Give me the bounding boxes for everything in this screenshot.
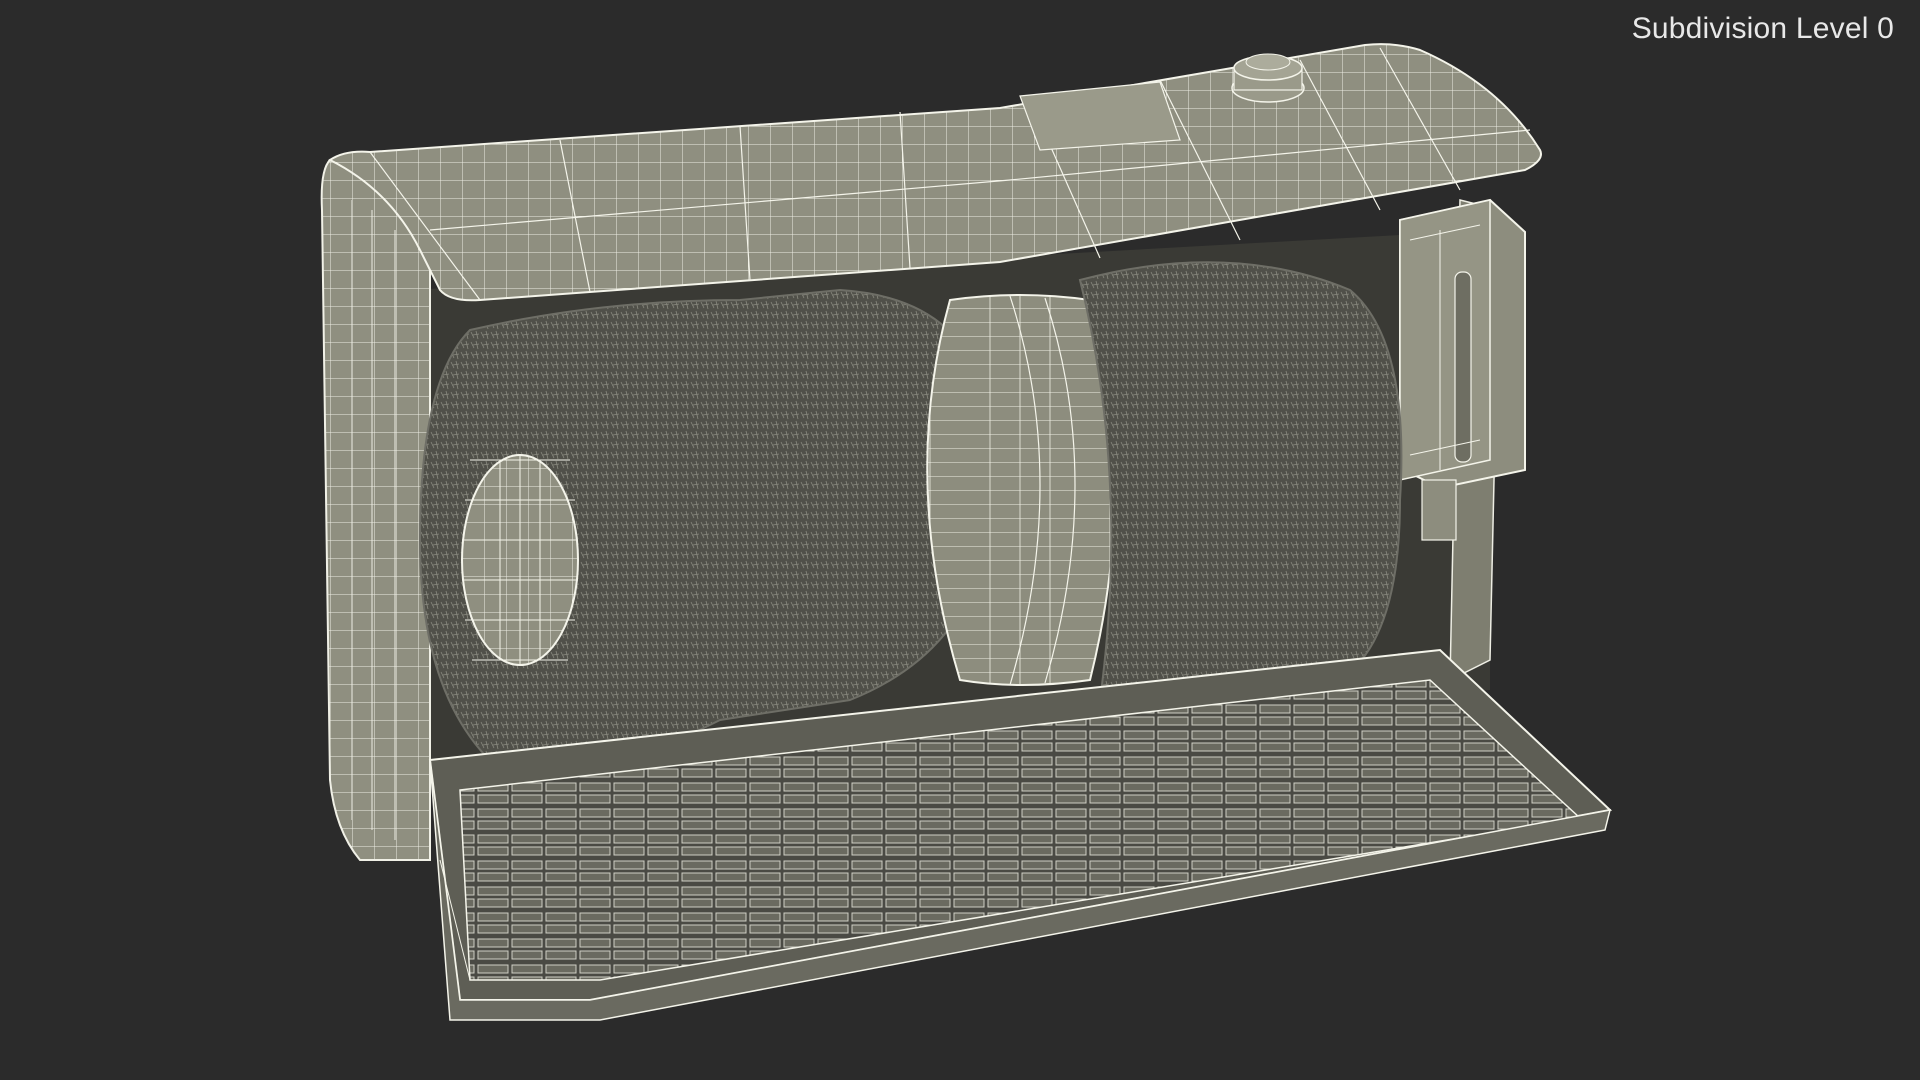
top-knob	[1231, 53, 1305, 103]
shoe-polisher-wireframe-render	[320, 43, 1613, 1021]
subdivision-level-label: Subdivision Level 0	[1631, 12, 1894, 45]
left-side-panel	[320, 158, 431, 861]
right-brush-roller	[1078, 261, 1403, 708]
render-viewport[interactable]: Subdivision Level 0	[0, 0, 1920, 1080]
center-drum	[926, 294, 1116, 686]
